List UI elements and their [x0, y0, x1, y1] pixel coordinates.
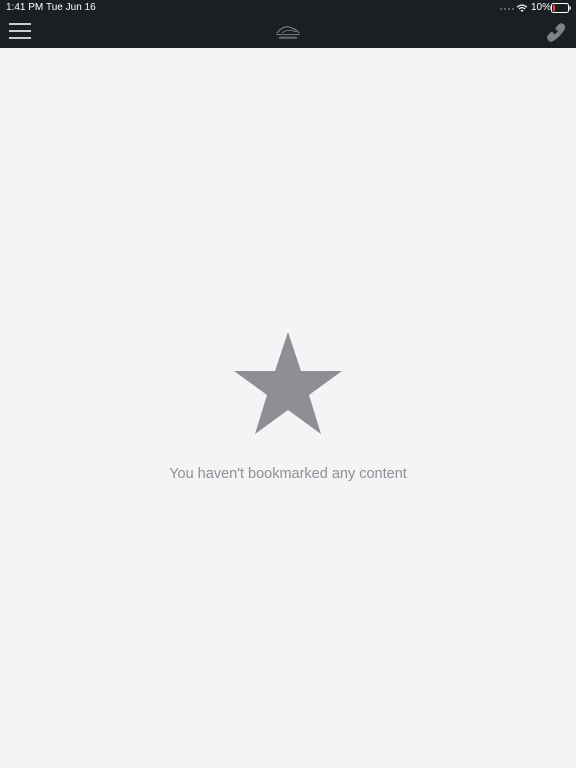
empty-state-message: You haven't bookmarked any content: [169, 466, 407, 482]
hamburger-menu-icon[interactable]: [9, 23, 31, 39]
star-icon: [234, 332, 342, 434]
status-time: 1:41 PM: [6, 2, 44, 13]
battery-percent: 10%: [531, 2, 552, 13]
wifi-icon: [516, 4, 528, 12]
signal-dots-icon: [500, 6, 514, 10]
battery-icon: [551, 3, 571, 13]
status-bar: 1:41 PM Tue Jun 16 10%: [0, 0, 576, 16]
top-bar: 1:41 PM Tue Jun 16 10%: [0, 0, 576, 48]
status-date: Tue Jun 16: [46, 2, 96, 13]
empty-state: You haven't bookmarked any content: [0, 330, 576, 482]
navigation-bar: [0, 16, 576, 48]
app-logo: [276, 26, 300, 39]
phone-icon[interactable]: [544, 21, 568, 43]
